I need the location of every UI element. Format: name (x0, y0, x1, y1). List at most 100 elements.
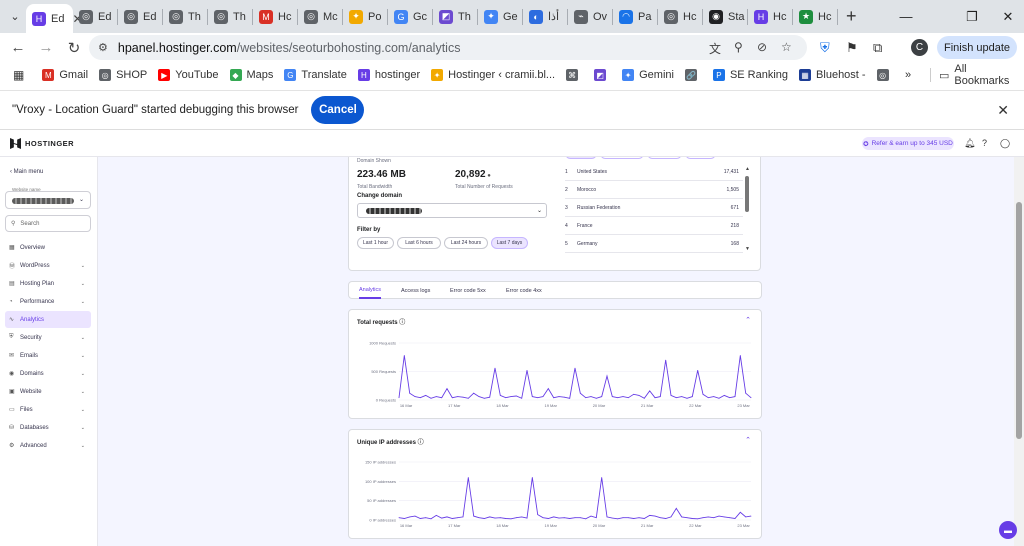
minimize-button[interactable]: — (883, 0, 929, 33)
x-tick-label: 22 Mar (689, 403, 702, 408)
bookmark-item[interactable]: ◎ SHOP (99, 69, 147, 81)
back-button[interactable]: ← (4, 34, 32, 62)
browser-tab[interactable]: ★ Hc (793, 4, 837, 30)
bookmark-item[interactable]: ▶ YouTube (158, 69, 219, 81)
all-bookmarks[interactable]: ▭ All Bookmarks (939, 63, 1024, 87)
browser-tab[interactable]: ✦ Ge (478, 4, 522, 30)
bookmark-item[interactable]: ✦ Gemini (622, 69, 674, 81)
zoom-icon[interactable]: ⚲ (734, 40, 743, 54)
browser-tab[interactable]: H Hc (748, 4, 792, 30)
main-menu-link[interactable]: ‹ Main menu (10, 169, 43, 175)
sidebar-search-input[interactable]: ⚲ Search (5, 215, 91, 232)
browser-tab[interactable]: M Hc (253, 4, 297, 30)
shield-extension-icon[interactable]: ⛨ (820, 40, 830, 56)
sidebar-item-advanced[interactable]: ⚙ Advanced ⌄ (5, 437, 91, 454)
bookmark-item[interactable]: ◩ (594, 69, 611, 81)
chat-button[interactable]: ▬ (999, 521, 1017, 539)
sidebar-item-performance[interactable]: ◔ Performance ⌄ (5, 293, 91, 310)
browser-tab[interactable]: ◐ أذا (523, 4, 567, 30)
filter-pill[interactable]: Last 7 days (491, 237, 528, 249)
more-bookmarks-icon[interactable]: » (905, 69, 911, 81)
cancel-debugging-button[interactable]: Cancel (311, 96, 365, 124)
country-tab[interactable]: Countries (565, 157, 597, 159)
extensions-icon[interactable]: ⧉ (873, 40, 882, 56)
countries-scrollbar[interactable] (745, 176, 749, 212)
sidebar-item-wordpress[interactable]: Ⓦ WordPress ⌄ (5, 257, 91, 274)
bookmark-item[interactable]: 🔗 (684, 69, 702, 81)
scroll-down-icon[interactable]: ▼ (745, 246, 750, 252)
analytics-tab[interactable]: Error code 5xx (450, 282, 486, 299)
new-tab-button[interactable]: + (846, 6, 857, 27)
profile-avatar[interactable]: C (911, 39, 928, 56)
sidebar-item-domains[interactable]: ◉ Domains ⌄ (5, 365, 91, 382)
address-bar[interactable]: ⚙ hpanel.hostinger.com/websites/seoturbo… (89, 35, 807, 60)
browser-tab[interactable]: H Ed ✕ (26, 4, 83, 33)
sidebar-item-website[interactable]: ▣ Website ⌄ (5, 383, 91, 400)
sidebar-item-emails[interactable]: ✉ Emails ⌄ (5, 347, 91, 364)
close-infobar-icon[interactable]: ✕ (997, 102, 1009, 119)
scroll-up-icon[interactable]: ▲ (745, 166, 750, 172)
browser-tab[interactable]: G Gc (388, 4, 432, 30)
bookmark-item[interactable]: ◎ (876, 69, 894, 81)
sidebar-item-analytics[interactable]: ∿ Analytics (5, 311, 91, 328)
browser-tab[interactable]: ◎ Th (208, 4, 252, 30)
tab-favicon-icon: ◎ (304, 9, 318, 24)
bookmark-item[interactable]: G Translate (284, 69, 347, 81)
browser-tab[interactable]: ◎ Mc (298, 4, 342, 30)
bookmark-item[interactable]: ◆ Maps (229, 69, 273, 81)
browser-tab[interactable]: ◎ Ed (73, 4, 117, 30)
bookmark-item[interactable]: ✦ Hostinger ‹ cramii.bl... (431, 69, 555, 81)
close-window-button[interactable]: ✕ (985, 0, 1024, 33)
sidebar-item-security[interactable]: ⛨ Security ⌄ (5, 329, 91, 346)
hostinger-logo[interactable]: HOSTINGER (10, 138, 74, 149)
account-icon[interactable]: ◯ (1000, 138, 1010, 149)
filter-pill[interactable]: Last 24 hours (444, 237, 488, 249)
country-tab[interactable]: Requests (647, 157, 682, 159)
analytics-tab[interactable]: Error code 4xx (506, 282, 542, 299)
gift-icon: ✪ (863, 140, 869, 148)
location-extension-icon[interactable]: ⚑ (846, 40, 858, 56)
bookmark-item[interactable]: M Gmail (42, 69, 88, 81)
analytics-tab[interactable]: Analytics (359, 282, 382, 299)
country-tab[interactable]: IP Addresses (600, 157, 644, 159)
browser-tab[interactable]: ◎ Ed (118, 4, 162, 30)
bookmark-item[interactable]: Hhostinger (357, 69, 420, 81)
browser-tab[interactable]: ◠ Pa (613, 4, 657, 30)
domain-selector[interactable]: ⌄ (357, 203, 547, 218)
page-scrollbar-thumb[interactable] (1016, 202, 1022, 439)
reload-button[interactable]: ↻ (60, 34, 88, 62)
notifications-bell-icon[interactable]: 🔔︎ (964, 138, 975, 149)
browser-tab[interactable]: ◎ Th (163, 4, 207, 30)
website-selector[interactable]: ⌄ (5, 191, 91, 209)
browser-tab[interactable]: ◩ Th (433, 4, 477, 30)
tab-title: Ov (593, 10, 608, 23)
sidebar-item-files[interactable]: ▭ Files ⌄ (5, 401, 91, 418)
browser-tab[interactable]: ⌁ Ov (568, 4, 612, 30)
country-tab[interactable]: Domains (685, 157, 716, 159)
bookmark-item[interactable]: ⌘ (566, 69, 583, 81)
browser-tab[interactable]: ◎ Hc (658, 4, 702, 30)
bookmark-item[interactable]: ▦ Bluehost - (799, 69, 866, 81)
browser-tab[interactable]: ✦ Po (343, 4, 387, 30)
browser-tab[interactable]: ◉ Sta (703, 4, 747, 30)
sidebar-item-overview[interactable]: ▦ Overview (5, 239, 91, 256)
y-tick-label: 150 IP addresses (365, 460, 396, 465)
sidebar-item-databases[interactable]: ⛁ Databases ⌄ (5, 419, 91, 436)
help-icon[interactable]: ? (982, 138, 987, 148)
site-info-icon[interactable]: ⚙ (98, 41, 108, 54)
sidebar-item-hosting-plan[interactable]: ▤ Hosting Plan ⌄ (5, 275, 91, 292)
eye-off-icon[interactable]: ⊘ (757, 40, 767, 54)
finish-update-button[interactable]: Finish update (937, 36, 1017, 59)
sidebar-item-label: Website (20, 388, 42, 395)
translate-icon[interactable]: 文 (709, 40, 721, 57)
forward-button[interactable]: → (32, 34, 60, 62)
refer-earn-button[interactable]: ✪ Refer & earn up to 345 USD (862, 137, 954, 150)
bookmark-star-icon[interactable]: ☆ (781, 40, 792, 54)
apps-grid-icon[interactable]: ▦ (13, 68, 24, 82)
analytics-tab[interactable]: Access logs (401, 282, 430, 299)
tab-search-button[interactable]: ⌄ (4, 6, 26, 28)
bookmark-item[interactable]: P SE Ranking (712, 69, 788, 81)
filter-pill[interactable]: Last 6 hours (397, 237, 441, 249)
x-tick-label: 16 Mar (400, 523, 413, 528)
filter-pill[interactable]: Last 1 hour (357, 237, 394, 249)
